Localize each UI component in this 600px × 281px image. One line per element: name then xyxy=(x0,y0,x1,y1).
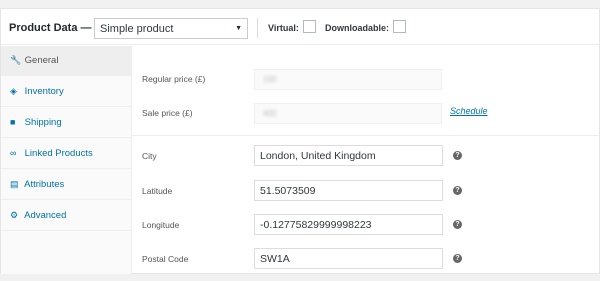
general-tab-panel: Regular price (£) 100 Sale price (£) 400… xyxy=(132,46,599,274)
truck-icon: ■ xyxy=(10,117,16,127)
tag-icon: ◈ xyxy=(10,86,17,96)
regular-price-value: 100 xyxy=(263,75,277,84)
sale-price-label: Sale price (£) xyxy=(142,108,193,118)
link-icon: ∞ xyxy=(10,148,17,158)
tab-inventory-label: Inventory xyxy=(24,86,64,97)
downloadable-label: Downloadable: xyxy=(325,23,390,33)
chevron-down-icon: ▼ xyxy=(235,25,242,32)
header-divider xyxy=(257,18,258,38)
latitude-input[interactable]: 51.5073509 xyxy=(254,180,443,201)
postal-code-label: Postal Code xyxy=(142,254,189,264)
tab-advanced-label: Advanced xyxy=(24,210,67,221)
section-divider xyxy=(132,135,599,136)
longitude-input[interactable]: -0.12775829999998223 xyxy=(254,214,443,235)
help-icon[interactable]: ? xyxy=(453,220,462,229)
longitude-label: Longitude xyxy=(142,220,180,230)
tab-attributes-label: Attributes xyxy=(24,179,65,190)
schedule-link[interactable]: Schedule xyxy=(450,106,488,116)
tab-general[interactable]: 🔧 General xyxy=(1,46,131,76)
product-data-tabs: 🔧 General ◈ Inventory ■ Shipping ∞ Linke… xyxy=(1,46,132,274)
sale-price-value: 400 xyxy=(263,109,277,118)
tab-general-label: General xyxy=(24,55,59,66)
product-type-select[interactable]: Simple product ▼ xyxy=(94,18,248,39)
latitude-label: Latitude xyxy=(142,186,173,196)
tab-advanced[interactable]: ⚙ Advanced xyxy=(1,201,131,231)
help-icon[interactable]: ? xyxy=(453,151,462,160)
regular-price-input[interactable]: 100 xyxy=(254,69,442,90)
help-icon[interactable]: ? xyxy=(453,186,462,195)
virtual-label: Virtual: xyxy=(268,23,299,33)
sale-price-input[interactable]: 400 xyxy=(254,103,442,124)
regular-price-label: Regular price (£) xyxy=(142,74,206,84)
tab-linked-products[interactable]: ∞ Linked Products xyxy=(1,139,131,169)
product-data-header: Product Data — Simple product ▼ Virtual:… xyxy=(1,9,599,45)
tab-attributes[interactable]: ▤ Attributes xyxy=(1,170,131,200)
downloadable-checkbox[interactable] xyxy=(393,20,406,33)
gear-icon: ⚙ xyxy=(10,210,19,220)
virtual-checkbox[interactable] xyxy=(303,20,316,33)
tab-shipping-label: Shipping xyxy=(24,117,62,128)
tab-inventory[interactable]: ◈ Inventory xyxy=(1,77,131,107)
list-icon: ▤ xyxy=(10,179,19,189)
wrench-icon: 🔧 xyxy=(10,55,22,65)
help-icon[interactable]: ? xyxy=(453,254,462,263)
city-input[interactable]: London, United Kingdom xyxy=(254,145,443,166)
panel-title: Product Data — xyxy=(9,22,92,34)
postal-code-input[interactable]: SW1A xyxy=(254,248,443,269)
product-data-panel: Product Data — Simple product ▼ Virtual:… xyxy=(0,8,600,274)
tab-linked-products-label: Linked Products xyxy=(24,148,93,159)
product-type-value: Simple product xyxy=(100,23,174,35)
city-label: City xyxy=(142,151,157,161)
tab-shipping[interactable]: ■ Shipping xyxy=(1,108,131,138)
